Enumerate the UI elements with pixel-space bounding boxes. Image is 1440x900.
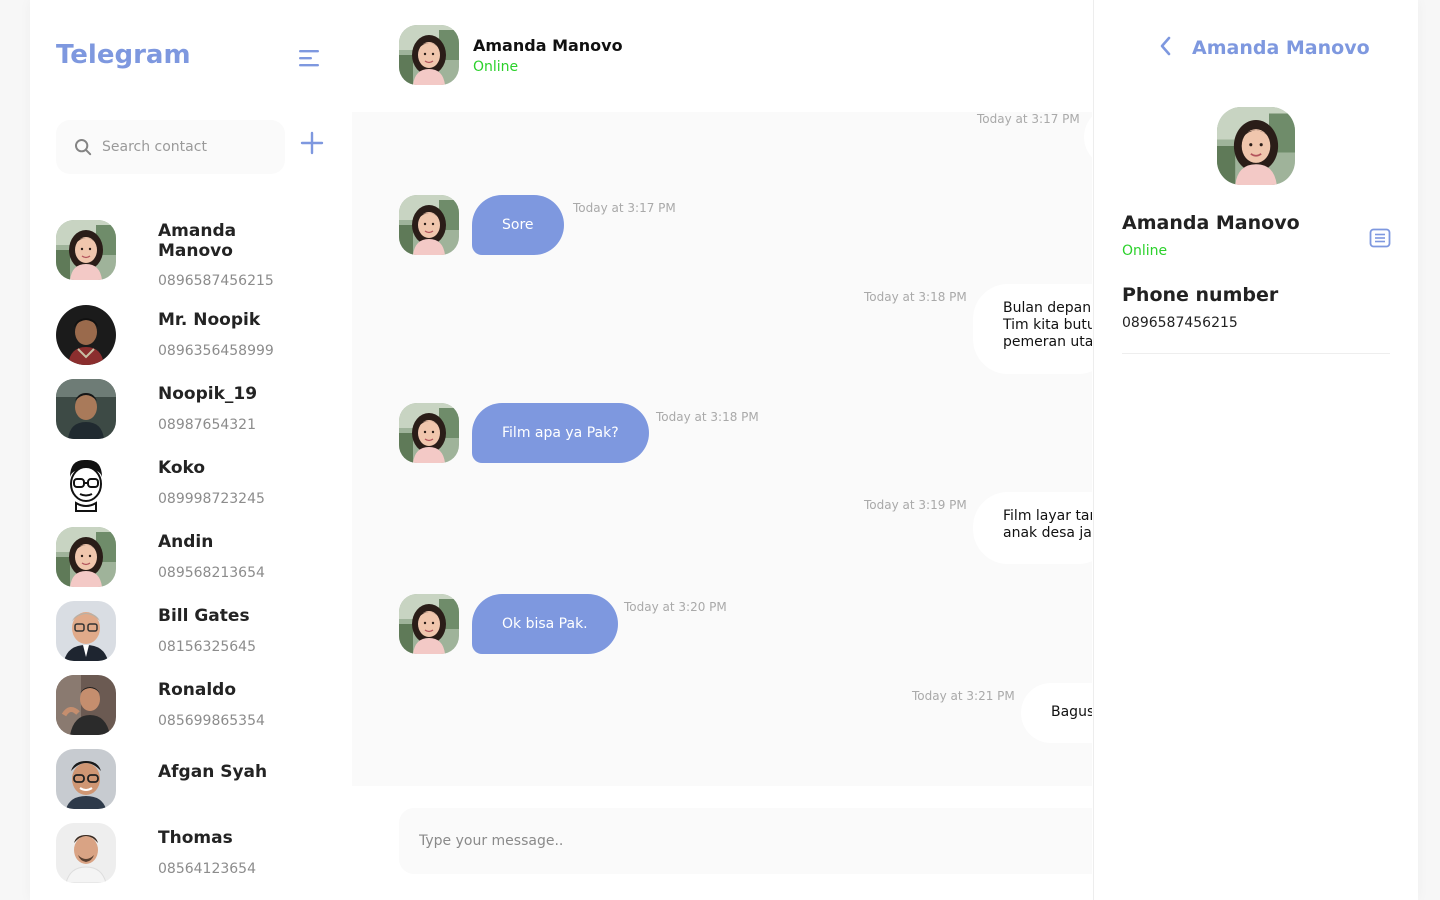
avatar (56, 601, 116, 661)
avatar (56, 379, 116, 439)
profile-panel: Amanda Manovo Amanda Manovo Online Phone… (1093, 0, 1418, 900)
avatar (56, 823, 116, 883)
chat-header: Amanda Manovo Online (352, 0, 1092, 112)
phone-number-label: Phone number (1122, 284, 1279, 306)
message-list[interactable]: Today at 3:17 PM Sore Today at 3:17 PM T… (352, 112, 1092, 786)
sidebar: Telegram Amanda Ma (30, 0, 352, 900)
contact-phone: 089998723245 (158, 491, 265, 507)
message-line: pemeran uta (1003, 334, 1092, 350)
message-time: Today at 3:21 PM (912, 689, 1015, 703)
avatar (56, 220, 116, 280)
avatar (56, 453, 116, 513)
contact-name: Amanda Manovo (158, 221, 237, 261)
contact-phone: 08564123654 (158, 861, 256, 877)
contact-phone: 089568213654 (158, 565, 265, 581)
contact-name: Ronaldo (158, 680, 237, 700)
phone-number-value: 0896587456215 (1122, 315, 1238, 331)
profile-status: Online (1122, 243, 1168, 259)
incoming-message-bubble: Ok bisa Pak. (472, 594, 618, 654)
add-contact-button[interactable] (300, 131, 324, 155)
contact-phone: 08156325645 (158, 639, 256, 655)
divider (1122, 353, 1390, 354)
chevron-left-icon[interactable] (1156, 35, 1176, 57)
search-box (56, 120, 285, 174)
contact-phone: 08987654321 (158, 417, 256, 433)
avatar (56, 305, 116, 365)
contact-item[interactable]: Ronaldo 085699865354 (56, 675, 326, 745)
contact-name: Thomas (158, 828, 233, 848)
message-line: Tim kita butu (1003, 317, 1092, 333)
contact-item[interactable]: Noopik_19 08987654321 (56, 379, 326, 449)
contact-item[interactable]: Koko 089998723245 (56, 453, 326, 523)
contact-name: Noopik_19 (158, 384, 258, 404)
chat-header-avatar[interactable] (399, 25, 459, 85)
contact-name: Mr. Noopik (158, 310, 261, 330)
message-avatar (399, 403, 459, 463)
contact-item[interactable]: Afgan Syah (56, 749, 326, 819)
message-avatar (399, 594, 459, 654)
contact-phone: 0896356458999 (158, 343, 274, 359)
message-input[interactable] (419, 833, 1059, 849)
profile-avatar[interactable] (1217, 107, 1295, 185)
message-line: anak desa jac (1003, 525, 1092, 541)
chat-header-status: Online (473, 59, 519, 75)
brand-title: Telegram (56, 40, 191, 70)
message-line: Film layar tar (1003, 508, 1092, 524)
avatar (56, 527, 116, 587)
outgoing-message-bubble: Film layar tar anak desa jac (973, 492, 1092, 564)
contact-phone: 0896587456215 (158, 273, 274, 289)
contact-name: Andin (158, 532, 214, 552)
message-time: Today at 3:17 PM (573, 201, 676, 215)
contact-name: Koko (158, 458, 206, 478)
message-time: Today at 3:17 PM (977, 112, 1080, 126)
contact-name: Afgan Syah (158, 762, 268, 782)
contact-item[interactable]: Amanda Manovo 0896587456215 (56, 220, 326, 300)
chat-header-name[interactable]: Amanda Manovo (473, 36, 623, 55)
telegram-app: Telegram Amanda Ma (30, 0, 1418, 900)
message-composer (399, 808, 1092, 874)
message-time: Today at 3:19 PM (864, 498, 967, 512)
contact-item[interactable]: Andin 089568213654 (56, 527, 326, 597)
hamburger-menu-icon[interactable] (297, 46, 321, 70)
chat-list-icon[interactable] (1369, 227, 1391, 249)
search-icon (74, 138, 92, 156)
contact-item[interactable]: Bill Gates 08156325645 (56, 601, 326, 671)
message-time: Today at 3:18 PM (656, 410, 759, 424)
search-input[interactable] (102, 139, 272, 155)
incoming-message-bubble: Sore (472, 195, 564, 255)
outgoing-message-bubble: Bagus (1021, 683, 1092, 743)
avatar (56, 675, 116, 735)
outgoing-message-bubble: Bulan depan Tim kita butu pemeran uta (973, 284, 1092, 374)
message-avatar (399, 195, 459, 255)
contact-item[interactable]: Mr. Noopik 0896356458999 (56, 305, 326, 375)
profile-name: Amanda Manovo (1122, 212, 1300, 234)
contact-item[interactable]: Thomas 08564123654 (56, 823, 326, 893)
message-time: Today at 3:20 PM (624, 600, 727, 614)
plus-icon (300, 131, 324, 155)
message-time: Today at 3:18 PM (864, 290, 967, 304)
contact-name: Bill Gates (158, 606, 250, 626)
profile-panel-title: Amanda Manovo (1192, 37, 1370, 59)
incoming-message-bubble: Film apa ya Pak? (472, 403, 649, 463)
outgoing-message-bubble (1084, 112, 1092, 167)
contact-phone: 085699865354 (158, 713, 265, 729)
message-line: Bulan depan (1003, 300, 1092, 316)
avatar (56, 749, 116, 809)
